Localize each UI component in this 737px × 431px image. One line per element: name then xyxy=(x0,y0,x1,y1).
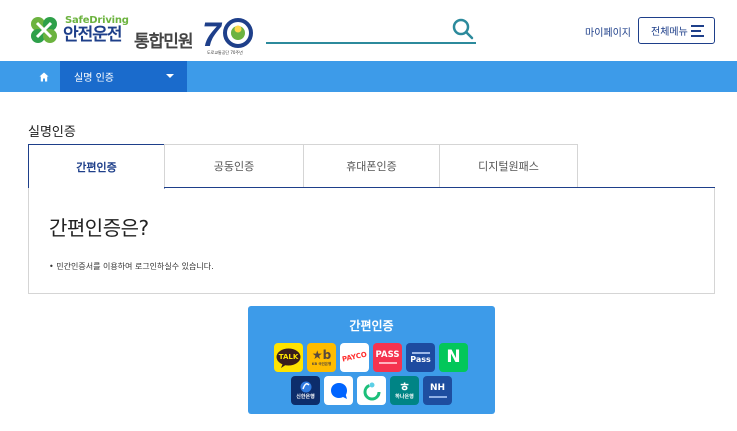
banksalad-icon xyxy=(363,382,380,400)
anniversary-emblem: 7 도로교통공단 70주년 xyxy=(202,16,254,56)
provider-samsung-pass[interactable]: Pass xyxy=(406,343,435,372)
all-menu-button[interactable]: 전체메뉴 xyxy=(638,17,715,44)
kb-star-icon: ★b xyxy=(311,347,332,362)
search-icon[interactable] xyxy=(452,18,474,40)
clover-logo-icon xyxy=(31,17,57,43)
tab-content: 간편인증은? • 민간인증서를 이용하여 로그인하실수 있습니다. xyxy=(28,188,715,294)
provider-nh-label: NH xyxy=(429,382,446,393)
provider-banksalad[interactable] xyxy=(357,376,386,405)
shinhan-logo-icon xyxy=(300,381,311,393)
toss-chat-icon xyxy=(330,382,347,399)
provider-kakao[interactable]: TALK xyxy=(274,343,303,372)
site-header: SafeDriving 안전운전 통합민원 7 도로교통공단 70주년 마이페이… xyxy=(0,0,737,61)
location-current: 실명 인증 xyxy=(74,73,114,84)
tab-joint-cert[interactable]: 공동인증 xyxy=(164,144,304,187)
content-bullet-text: 민간인증서를 이용하여 로그인하실수 있습니다. xyxy=(56,262,214,271)
provider-hana-label: 하나은행 xyxy=(395,394,414,400)
nh-sub-icon xyxy=(428,395,447,398)
content-bullet: • 민간인증서를 이용하여 로그인하실수 있습니다. xyxy=(49,261,214,272)
tab-phone-auth[interactable]: 휴대폰인증 xyxy=(303,144,440,187)
logo-subtitle: 통합민원 xyxy=(134,32,194,52)
logo-korean: 안전운전 xyxy=(63,25,123,45)
hana-logo-icon: ㅎ xyxy=(398,380,411,394)
provider-kb[interactable]: ★b KB 국민은행 xyxy=(307,343,336,372)
location-dropdown[interactable]: 실명 인증 xyxy=(60,61,187,92)
content-heading: 간편인증은? xyxy=(49,216,149,240)
provider-kakao-label: TALK xyxy=(278,353,299,361)
site-logo[interactable]: SafeDriving 안전운전 xyxy=(28,14,129,46)
anniversary-caption: 도로교통공단 70주년 xyxy=(207,50,243,55)
provider-payco[interactable]: PAYCO xyxy=(340,343,369,372)
provider-hana[interactable]: ㅎ 하나은행 xyxy=(390,376,419,405)
caret-down-icon xyxy=(166,74,174,78)
auth-tabs: 간편인증 공동인증 휴대폰인증 디지털원패스 xyxy=(28,144,715,189)
tab-digital-onepass[interactable]: 디지털원패스 xyxy=(439,144,578,187)
page-title: 실명인증 xyxy=(28,125,76,140)
provider-toss[interactable] xyxy=(324,376,353,405)
provider-payco-label: PAYCO xyxy=(341,350,368,364)
all-menu-label: 전체메뉴 xyxy=(651,27,688,38)
home-icon xyxy=(39,72,49,81)
home-button[interactable] xyxy=(28,61,60,92)
samsung-bar-icon xyxy=(411,351,430,354)
mypage-link[interactable]: 마이페이지 xyxy=(585,24,631,39)
provider-shinhan[interactable]: 신한은행 xyxy=(291,376,320,405)
hamburger-icon xyxy=(691,25,704,37)
simple-auth-title: 간편인증 xyxy=(349,319,394,333)
provider-shinhan-label: 신한은행 xyxy=(296,394,315,400)
provider-nh[interactable]: NH xyxy=(423,376,452,405)
anniversary-70-icon: 7 xyxy=(202,16,253,54)
search-input[interactable] xyxy=(266,42,476,44)
provider-pass[interactable]: PASS xyxy=(373,343,402,372)
provider-pass-label: PASS xyxy=(375,349,400,360)
svg-text:7: 7 xyxy=(202,16,223,50)
pass-sub-icon xyxy=(378,362,397,365)
provider-naver-label: N xyxy=(446,347,461,367)
tab-simple-auth[interactable]: 간편인증 xyxy=(28,144,165,189)
provider-samsung-pass-label: Pass xyxy=(410,354,431,364)
provider-kb-label: KB 국민은행 xyxy=(311,361,332,366)
simple-auth-panel: 간편인증 TALK ★b KB 국민은행 PAYCO PASS Pass N 신… xyxy=(248,306,495,414)
provider-naver[interactable]: N xyxy=(439,343,468,372)
